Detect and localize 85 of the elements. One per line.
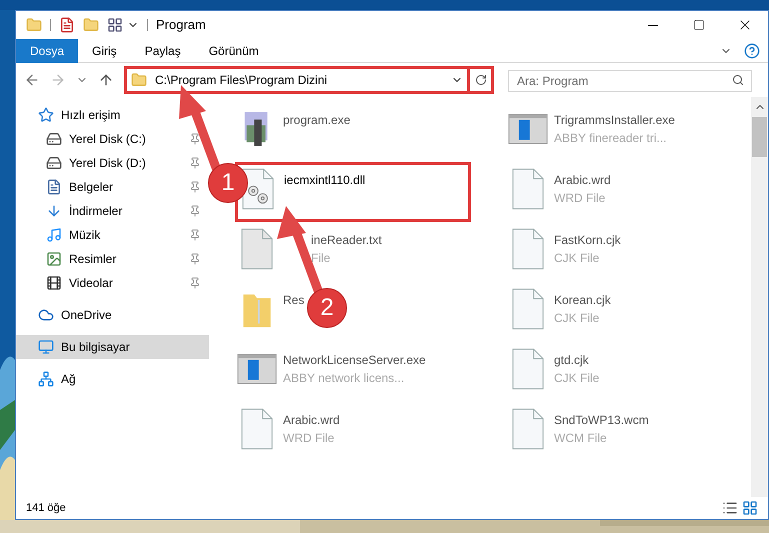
file-name[interactable]: Korean.cjk <box>554 291 611 309</box>
file-name[interactable]: gtd.cjk <box>554 351 600 369</box>
file-name[interactable]: Arabic.wrd <box>283 411 340 429</box>
file-icon <box>512 228 544 270</box>
ribbon-tab[interactable]: Dosya <box>16 38 78 62</box>
file-icon <box>512 168 544 210</box>
back-icon[interactable] <box>24 72 40 88</box>
scroll-thumb[interactable] <box>752 117 767 157</box>
search-icon[interactable] <box>732 74 744 86</box>
star-icon <box>38 107 54 123</box>
help-icon[interactable] <box>744 42 760 58</box>
file-icon <box>512 408 544 450</box>
ribbon-tab[interactable]: Paylaş <box>130 38 195 62</box>
file-icon <box>512 348 544 390</box>
film-icon <box>46 275 62 291</box>
pin-icon[interactable] <box>189 133 201 145</box>
file-type: File <box>311 250 332 267</box>
file-type: CJK File <box>554 250 600 267</box>
gear-file-icon <box>242 168 274 210</box>
window-title: Program <box>156 16 206 34</box>
address-path: C:\Program Files\Program Dizini <box>155 72 328 89</box>
sidebar-item[interactable]: Ağ <box>16 367 209 391</box>
file-name[interactable]: ineReader.txt <box>311 231 382 249</box>
sidebar-item[interactable]: Videolar <box>16 271 209 295</box>
callout-badge: 1 <box>208 163 248 203</box>
file-type: WCM File <box>554 430 608 447</box>
network-icon <box>38 371 54 387</box>
properties-icon[interactable] <box>59 17 75 33</box>
file-name[interactable]: NetworkLicenseServer.exe <box>283 351 426 369</box>
file-icon <box>512 288 544 330</box>
pin-icon[interactable] <box>189 157 201 169</box>
file-type: ABBY finereader tri... <box>554 130 668 147</box>
file-icon <box>241 228 273 270</box>
monitor-icon <box>38 339 54 355</box>
sidebar-item[interactable]: İndirmeler <box>16 199 209 223</box>
file-name[interactable]: Res <box>283 291 304 309</box>
pin-icon[interactable] <box>189 229 201 241</box>
file-name[interactable]: iecmxintl110.dll <box>284 171 366 189</box>
ribbon-tab[interactable]: Görünüm <box>194 38 273 62</box>
file-type: ABBY network licens... <box>283 370 406 387</box>
sidebar-item[interactable]: Müzik <box>16 223 209 247</box>
file-name[interactable]: SndToWP13.wcm <box>554 411 649 429</box>
sidebar-item[interactable]: Resimler <box>16 247 209 271</box>
file-type: CJK File <box>554 370 600 387</box>
up-icon[interactable] <box>98 72 114 88</box>
file-type: WRD File <box>554 190 606 207</box>
sidebar-item[interactable]: Yerel Disk (C:) <box>16 127 209 151</box>
application-window-icon <box>508 113 548 145</box>
sidebar-item[interactable]: Bu bilgisayar <box>16 335 209 359</box>
picture-icon <box>46 251 62 267</box>
details-view-icon[interactable] <box>722 500 738 516</box>
tiles-view-icon[interactable] <box>742 500 758 516</box>
file-type: WRD File <box>283 430 336 447</box>
ribbon-tab[interactable]: Giriş <box>78 38 131 62</box>
drive-icon <box>46 155 62 171</box>
music-note-icon <box>46 227 62 243</box>
sidebar-item[interactable]: Belgeler <box>16 175 209 199</box>
view-options-icon[interactable] <box>107 17 123 33</box>
pin-icon[interactable] <box>189 181 201 193</box>
sidebar-item[interactable]: OneDrive <box>16 303 209 327</box>
maximize-icon <box>693 19 705 31</box>
callout-badge: 2 <box>307 288 347 328</box>
refresh-button[interactable] <box>470 66 494 94</box>
file-name[interactable]: program.exe <box>283 111 350 129</box>
cloud-icon <box>38 307 54 323</box>
drive-icon <box>46 131 62 147</box>
scrollbar[interactable] <box>751 97 768 497</box>
file-name[interactable]: FastKorn.cjk <box>554 231 621 249</box>
item-count: 141 öğe <box>26 500 66 516</box>
document-icon <box>46 179 62 195</box>
minimize-icon <box>648 24 658 26</box>
application-window-icon <box>237 353 277 385</box>
folder-icon <box>131 72 147 88</box>
search-field[interactable]: Ara: Program <box>508 70 752 92</box>
file-name[interactable]: Arabic.wrd <box>554 171 611 189</box>
refresh-icon <box>474 74 486 86</box>
pin-icon[interactable] <box>189 205 201 217</box>
pin-icon[interactable] <box>189 277 201 289</box>
file-icon <box>241 408 273 450</box>
sidebar-item[interactable]: Hızlı erişim <box>16 103 209 127</box>
pin-icon[interactable] <box>189 253 201 265</box>
address-bar[interactable]: C:\Program Files\Program Dizini <box>124 66 470 94</box>
sidebar-item[interactable]: Yerel Disk (D:) <box>16 151 209 175</box>
file-type: CJK File <box>554 310 600 327</box>
file-name[interactable]: TrigrammsInstaller.exe <box>554 111 675 129</box>
